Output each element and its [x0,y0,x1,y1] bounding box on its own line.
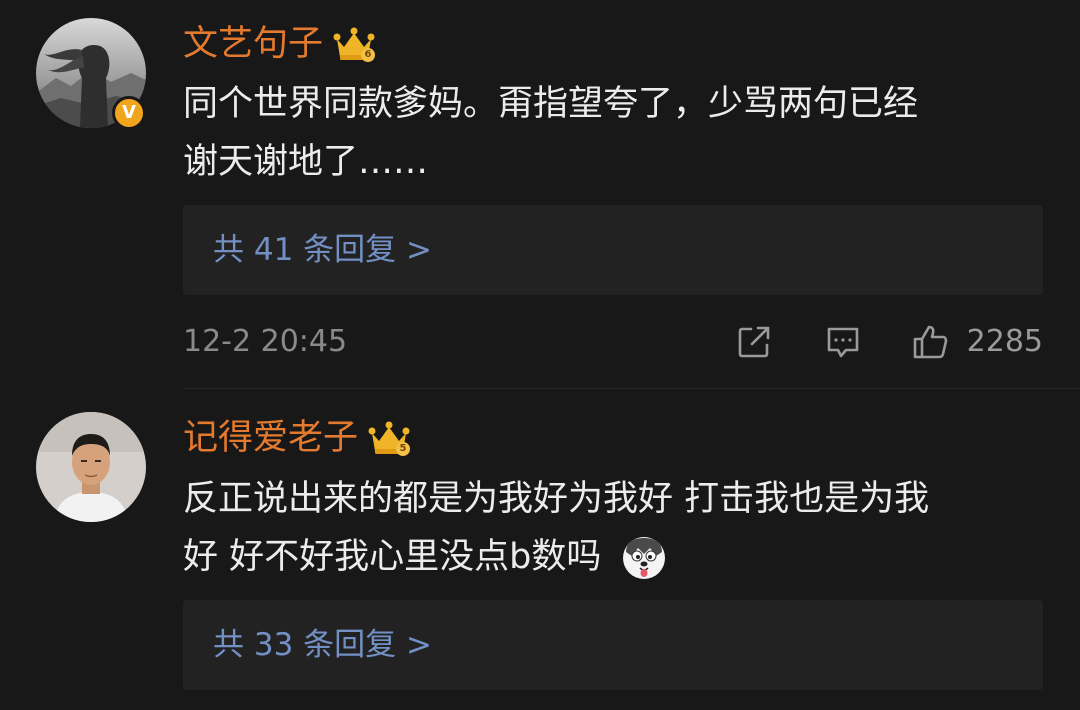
avatar[interactable] [36,412,146,522]
name-row: 记得爱老子 5 [183,414,411,462]
comment-item: V 文艺句子 6 同个世界同款爹妈。甭指望夸了，少骂两句已经 谢天谢地了…… 共… [0,0,1080,390]
like-count: 2285 [966,324,1043,359]
name-row: 文艺句子 6 [183,20,376,68]
comment-text: 反正说出来的都是为我好为我好 打击我也是为我 好 好不好我心里没点b数吗 [183,470,1043,586]
comment-text-line: 反正说出来的都是为我好为我好 打击我也是为我 [183,479,930,519]
comment-text: 同个世界同款爹妈。甭指望夸了，少骂两句已经 谢天谢地了…… [183,75,1043,191]
divider [183,388,1080,389]
comment-text-line: 谢天谢地了…… [183,142,429,182]
comment-text-line: 好 好不好我心里没点b数吗 [183,537,602,577]
crown-level-icon: 5 [368,419,411,457]
timestamp: 12-2 20:45 [183,324,348,359]
comment-meta: 12-2 20:45 2285 [183,317,1043,367]
comment-text-line-with-emoji: 好 好不好我心里没点b数吗 [183,528,1043,586]
crown-level-icon: 6 [333,25,376,63]
view-replies-link[interactable]: 共 33 条回复 > [213,600,432,690]
comment-text-line: 同个世界同款爹妈。甭指望夸了，少骂两句已经 [183,84,919,124]
replies-box[interactable]: 共 41 条回复 > [183,205,1043,295]
level-number: 6 [361,48,376,62]
username[interactable]: 记得爱老子 [183,414,358,462]
like-icon[interactable] [911,323,949,361]
comment-icon[interactable] [824,323,862,361]
verified-badge-icon: V [112,96,146,130]
replies-box[interactable]: 共 33 条回复 > [183,600,1043,690]
username[interactable]: 文艺句子 [183,20,323,68]
view-replies-link[interactable]: 共 41 条回复 > [213,205,432,295]
level-number: 5 [396,442,411,456]
share-icon[interactable] [735,323,773,361]
husky-emoji-icon [620,534,668,582]
comment-item: 记得爱老子 5 反正说出来的都是为我好为我好 打击我也是为我 好 好不好我心里没… [0,390,1080,710]
